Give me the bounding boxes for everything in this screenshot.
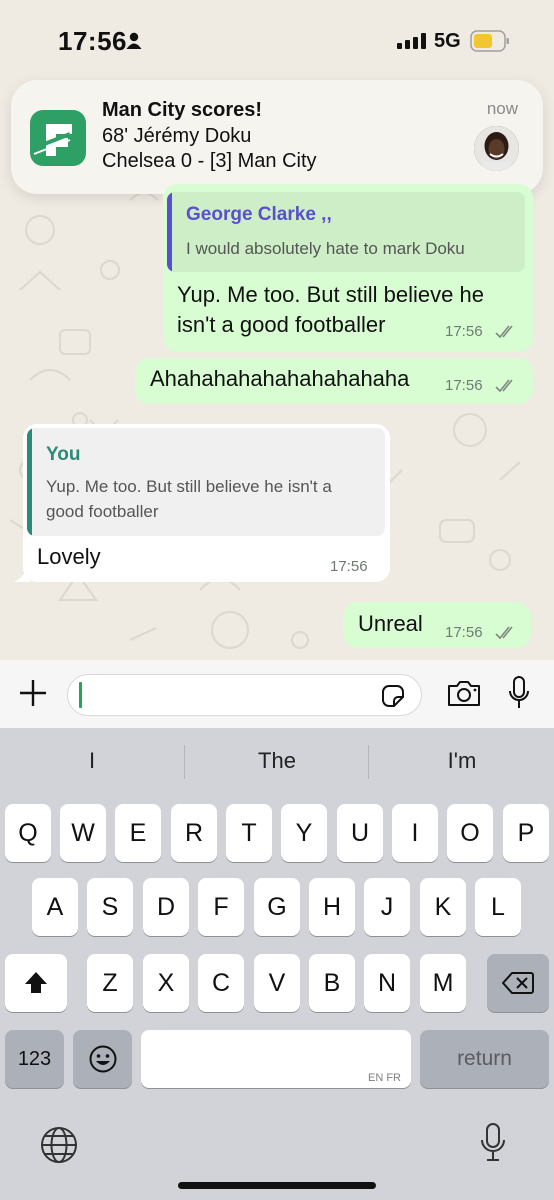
message-bubble-incoming[interactable]: You Yup. Me too. But still believe he is… — [23, 424, 390, 582]
key-h[interactable]: H — [309, 878, 355, 936]
message-input-overlay — [67, 674, 422, 716]
read-ticks-icon — [495, 626, 513, 640]
camera-icon[interactable] — [447, 679, 481, 707]
person-icon — [126, 32, 142, 49]
quote-text-line1: Yup. Me too. But still believe he isn't … — [46, 477, 332, 496]
microphone-icon[interactable] — [508, 676, 530, 710]
suggestion-bar: I The I'm — [0, 728, 554, 798]
key-i[interactable]: I — [392, 804, 438, 862]
key-x[interactable]: X — [143, 954, 189, 1012]
quote-bar — [167, 192, 172, 272]
emoji-icon — [89, 1045, 116, 1073]
key-b[interactable]: B — [309, 954, 355, 1012]
message-time: 17:56 — [445, 323, 483, 340]
quoted-message[interactable]: George Clarke ,, I would absolutely hate… — [167, 192, 525, 272]
key-j[interactable]: J — [364, 878, 410, 936]
key-d[interactable]: D — [143, 878, 189, 936]
quote-bar — [27, 428, 32, 536]
key-z[interactable]: Z — [87, 954, 133, 1012]
quote-text-line2: good footballer — [46, 502, 159, 521]
bubble-tail — [14, 562, 30, 582]
space-key[interactable]: EN FR — [141, 1030, 411, 1088]
key-l[interactable]: L — [475, 878, 521, 936]
key-c[interactable]: C — [198, 954, 244, 1012]
battery-low-power-icon — [470, 30, 509, 52]
key-m[interactable]: M — [420, 954, 466, 1012]
key-e[interactable]: E — [115, 804, 161, 862]
space-language-label: EN FR — [368, 1072, 401, 1084]
dictation-microphone-icon[interactable] — [480, 1122, 506, 1162]
key-w[interactable]: W — [60, 804, 106, 862]
notification-title: Man City scores! — [102, 99, 263, 121]
key-a[interactable]: A — [32, 878, 78, 936]
sticker-icon[interactable] — [379, 682, 407, 710]
key-u[interactable]: U — [337, 804, 383, 862]
notification-time: now — [486, 99, 518, 118]
suggestion-divider — [368, 745, 369, 779]
message-text: Lovely — [37, 544, 101, 569]
text-caret — [79, 682, 82, 708]
clock: 17:56 — [58, 26, 127, 56]
suggestion-2[interactable]: The — [236, 748, 318, 774]
notification-line2: Chelsea 0 - [3] Man City — [102, 150, 317, 172]
quoted-message[interactable]: You Yup. Me too. But still believe he is… — [27, 428, 385, 536]
key-y[interactable]: Y — [281, 804, 327, 862]
suggestion-divider — [184, 745, 185, 779]
key-f[interactable]: F — [198, 878, 244, 936]
attach-plus-icon[interactable] — [18, 678, 48, 708]
key-p[interactable]: P — [503, 804, 549, 862]
globe-icon[interactable] — [40, 1126, 78, 1164]
shift-arrow-icon — [25, 972, 47, 993]
quote-author: You — [46, 444, 81, 465]
return-key[interactable]: return — [420, 1030, 549, 1088]
message-text-line2: isn't a good footballer — [177, 312, 386, 337]
message-time: 17:56 — [445, 624, 483, 641]
message-bubble-outgoing[interactable]: Ahahahahahahahahahaha 17:56 — [135, 358, 533, 404]
notification-line1: 68' Jérémy Doku — [102, 125, 252, 147]
message-time: 17:56 — [330, 558, 368, 575]
network-type: 5G — [434, 30, 461, 52]
key-r[interactable]: R — [171, 804, 217, 862]
read-ticks-icon — [495, 379, 513, 393]
keyboard: I The I'm Q W E R T Y U I O P A S D F G … — [0, 728, 554, 1200]
key-o[interactable]: O — [447, 804, 493, 862]
message-bubble-outgoing[interactable]: George Clarke ,, I would absolutely hate… — [163, 184, 533, 352]
quote-text: I would absolutely hate to mark Doku — [186, 239, 465, 258]
key-k[interactable]: K — [420, 878, 466, 936]
message-time: 17:56 — [445, 377, 483, 394]
numbers-key[interactable]: 123 — [5, 1030, 64, 1088]
key-g[interactable]: G — [254, 878, 300, 936]
key-q[interactable]: Q — [5, 804, 51, 862]
backspace-key[interactable] — [487, 954, 549, 1012]
message-text: Ahahahahahahahahahaha — [150, 366, 410, 391]
emoji-key[interactable] — [73, 1030, 132, 1088]
read-ticks-icon — [495, 325, 513, 339]
key-n[interactable]: N — [364, 954, 410, 1012]
key-s[interactable]: S — [87, 878, 133, 936]
quote-author: George Clarke ,, — [186, 204, 332, 225]
status-bar: 17:56 5G — [0, 0, 554, 80]
cellular-signal-icon — [397, 33, 426, 49]
key-t[interactable]: T — [226, 804, 272, 862]
message-text-line1: Yup. Me too. But still believe he — [177, 282, 484, 307]
backspace-icon — [502, 972, 534, 994]
shift-key[interactable] — [5, 954, 67, 1012]
home-indicator — [178, 1182, 376, 1189]
suggestion-3[interactable]: I'm — [421, 748, 503, 774]
player-thumbnail — [474, 126, 519, 171]
message-input-bar — [0, 660, 554, 728]
football-app-icon — [30, 110, 86, 166]
message-bubble-outgoing[interactable]: Unreal 17:56 — [343, 602, 531, 648]
suggestion-1[interactable]: I — [62, 748, 122, 774]
message-text: Unreal — [358, 611, 423, 636]
notification-banner[interactable]: Man City scores! 68' Jérémy Doku Chelsea… — [11, 80, 543, 194]
key-v[interactable]: V — [254, 954, 300, 1012]
